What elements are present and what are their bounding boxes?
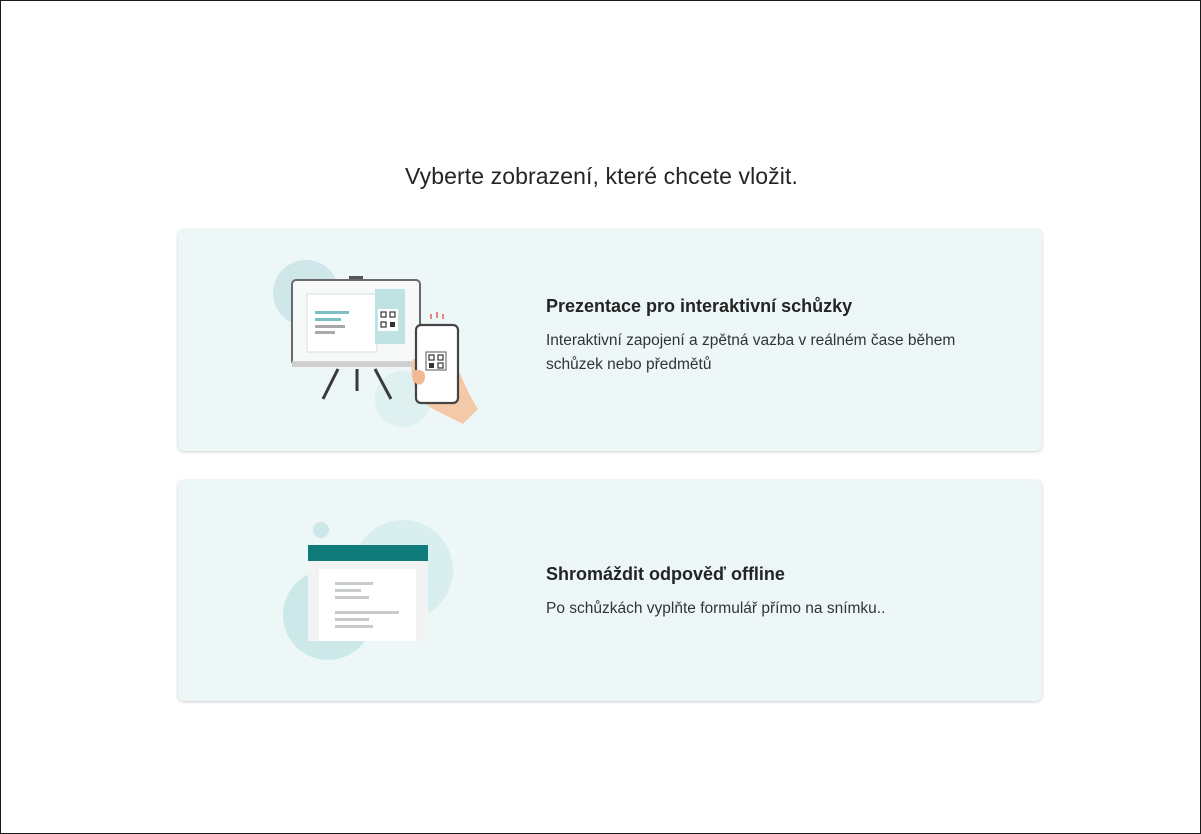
offline-form-icon: [263, 510, 483, 680]
option-description: Po schůzkách vyplňte formulář přímo na s…: [546, 600, 886, 617]
option-title: Prezentace pro interaktivní schůzky: [546, 296, 853, 316]
option-card-offline-response[interactable]: Shromáždit odpověď offline Po schůzkách …: [178, 480, 1042, 701]
option-title: Shromáždit odpověď offline: [546, 564, 785, 584]
page-title: Vyberte zobrazení, které chcete vložit.: [405, 163, 798, 189]
presentation-easel-phone-icon: [263, 259, 483, 429]
option-card-interactive-presentation[interactable]: Prezentace pro interaktivní schůzky Inte…: [178, 229, 1042, 451]
option-description: Interaktivní zapojení a zpětná vazba v r…: [546, 332, 956, 373]
embed-view-dialog: Vyberte zobrazení, které chcete vložit.: [0, 0, 1201, 834]
